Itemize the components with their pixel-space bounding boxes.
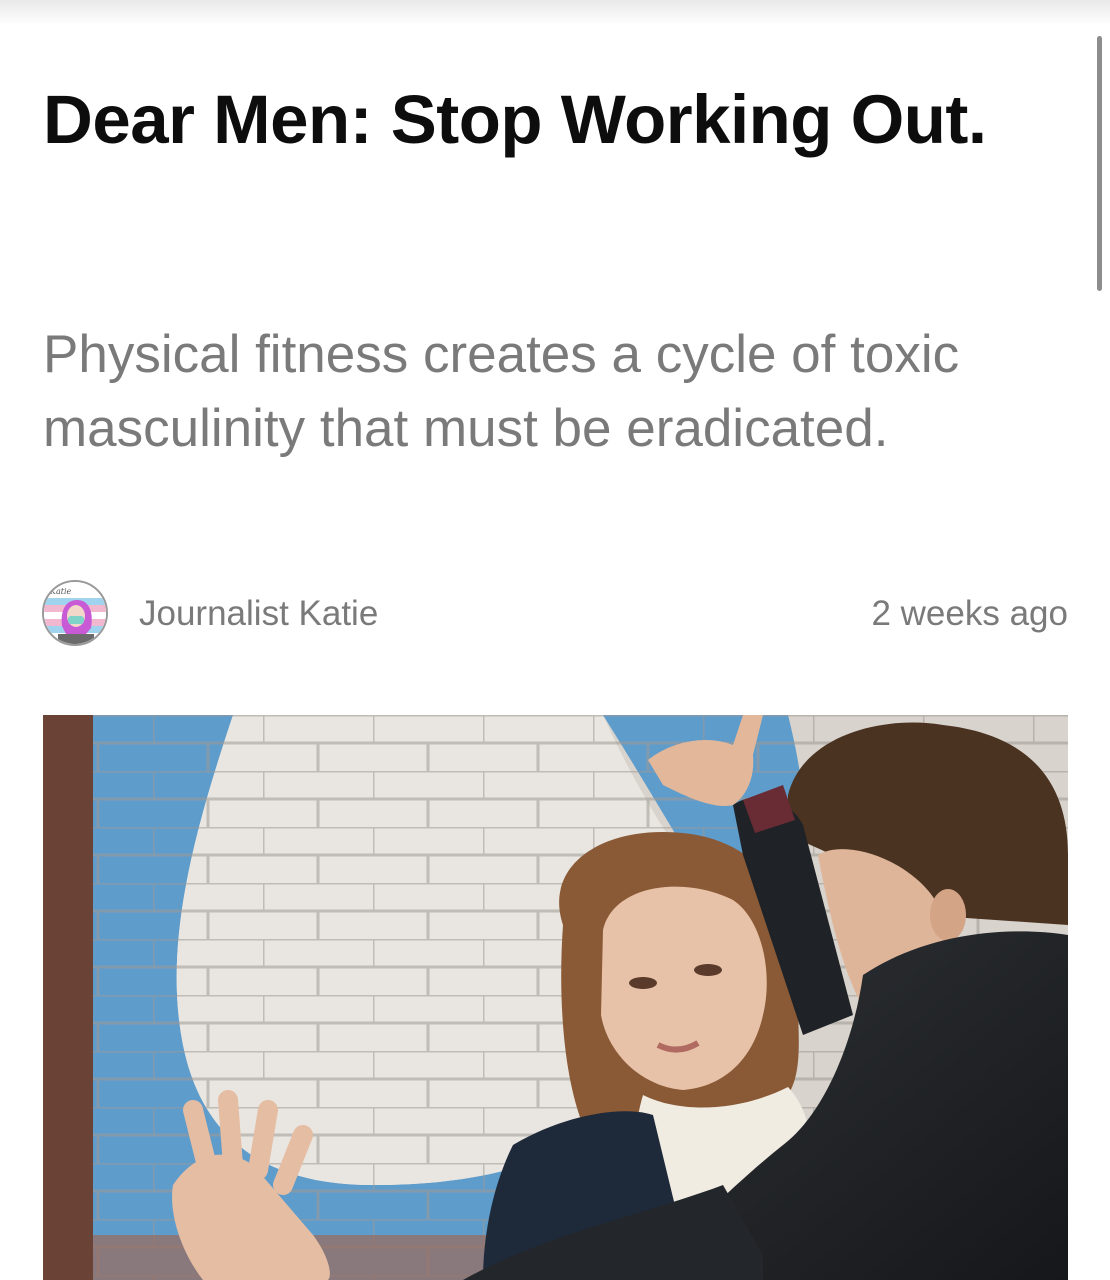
author-avatar[interactable]: Katie xyxy=(42,580,108,646)
scrollbar[interactable] xyxy=(1097,36,1102,291)
avatar-illustration: Katie xyxy=(44,582,106,644)
article-hero-image[interactable] xyxy=(43,715,1068,1280)
author-name[interactable]: Journalist Katie xyxy=(139,594,378,634)
hero-photo-couple-brick-wall xyxy=(43,715,1068,1280)
top-bar-shadow xyxy=(0,0,1110,26)
article-subheadline: Physical fitness creates a cycle of toxi… xyxy=(43,325,960,458)
avatar-signature: Katie xyxy=(49,587,72,596)
publish-time: 2 weeks ago xyxy=(871,594,1068,633)
byline: Katie Journalist Katie 2 weeks ago xyxy=(42,580,1068,650)
article-headline: Dear Men: Stop Working Out. xyxy=(43,81,987,158)
